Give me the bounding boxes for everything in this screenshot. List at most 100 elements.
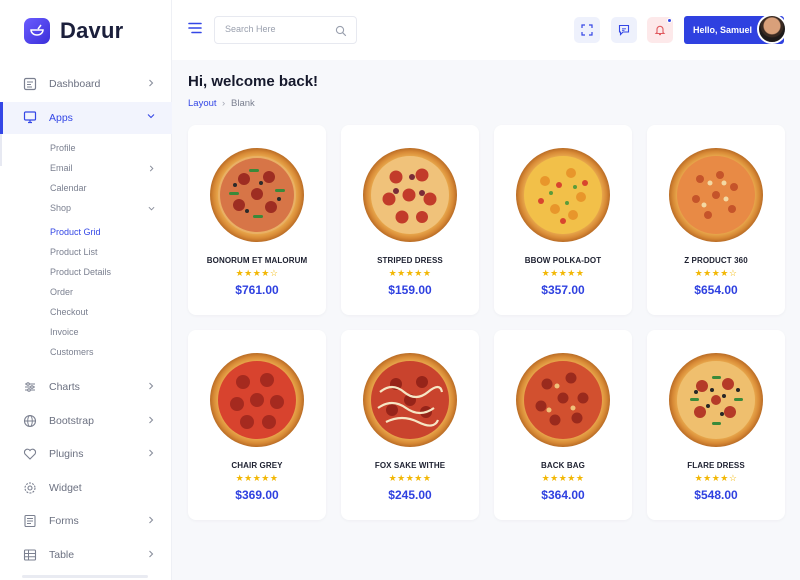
product-name[interactable]: BACK BAG (494, 461, 632, 470)
sidebar-item-table[interactable]: Table (0, 540, 172, 570)
forms-icon (24, 514, 36, 528)
product-price: $654.00 (694, 283, 738, 297)
rating-stars: ★★★★☆ (694, 473, 738, 483)
fullscreen-icon (581, 24, 593, 36)
sidebar-item-label: Plugins (49, 448, 84, 460)
submenu-item-order[interactable]: Order (50, 286, 73, 298)
sidebar-item-label: Widget (49, 482, 82, 494)
submenu-item-email[interactable]: Email (50, 162, 73, 174)
product-price: $761.00 (235, 283, 279, 297)
search-input[interactable] (225, 24, 335, 34)
product-image[interactable] (515, 352, 611, 448)
submenu-item-profile[interactable]: Profile (50, 142, 76, 154)
product-image[interactable] (209, 352, 305, 448)
page-title: Hi, welcome back! (188, 73, 319, 90)
product-name[interactable]: BBOW POLKA-DOT (494, 256, 632, 265)
chevron-down-icon (147, 114, 155, 119)
table-icon (23, 549, 37, 561)
product-card[interactable]: BACK BAG ★★★★★ $364.00 (494, 330, 632, 520)
avatar[interactable] (757, 14, 787, 44)
chevron-right-icon (149, 516, 154, 524)
product-name[interactable]: FLARE DRESS (647, 461, 785, 470)
rating-stars: ★★★★★ (235, 473, 279, 483)
sidebar-item-dashboard[interactable]: Dashboard (0, 69, 172, 99)
sidebar-submenu-line (0, 134, 2, 166)
bell-icon (654, 25, 666, 36)
submenu-item-checkout[interactable]: Checkout (50, 306, 88, 318)
product-card[interactable]: STRIPED DRESS ★★★★★ $159.00 (341, 125, 479, 315)
product-image[interactable] (668, 352, 764, 448)
product-image[interactable] (668, 147, 764, 243)
chevron-down-icon (148, 206, 155, 211)
chevron-right-icon (149, 165, 154, 172)
product-image[interactable] (362, 147, 458, 243)
rating-stars: ★★★★★ (541, 473, 585, 483)
product-price: $245.00 (388, 488, 432, 502)
user-greeting: Hello, Samuel (693, 25, 753, 35)
product-price: $364.00 (541, 488, 585, 502)
sidebar-item-bootstrap[interactable]: Bootstrap (0, 406, 172, 436)
search-icon[interactable] (335, 25, 347, 37)
rating-stars: ★★★★★ (388, 268, 432, 278)
product-image[interactable] (362, 352, 458, 448)
submenu-item-product-list[interactable]: Product List (50, 246, 98, 258)
product-price: $548.00 (694, 488, 738, 502)
chat-icon (618, 24, 630, 36)
brand-name: Davur (60, 18, 124, 43)
product-price: $159.00 (388, 283, 432, 297)
submenu-item-calendar[interactable]: Calendar (50, 182, 87, 194)
product-image[interactable] (209, 147, 305, 243)
sidebar-item-label: Dashboard (49, 78, 101, 90)
sidebar-item-plugins[interactable]: Plugins (0, 439, 172, 469)
submenu-item-product-details[interactable]: Product Details (50, 266, 111, 278)
product-name[interactable]: FOX SAKE WITHE (341, 461, 479, 470)
sidebar: Davur Dashboard Apps Profile Email Calen… (0, 0, 172, 580)
fullscreen-button[interactable] (574, 17, 600, 43)
sidebar-item-forms[interactable]: Forms (0, 506, 172, 536)
product-card[interactable]: Z PRODUCT 360 ★★★★☆ $654.00 (647, 125, 785, 315)
product-name[interactable]: CHAIR GREY (188, 461, 326, 470)
submenu-item-invoice[interactable]: Invoice (50, 326, 79, 338)
breadcrumb-current: Blank (231, 98, 255, 109)
top-header: Hello, Samuel (172, 0, 800, 60)
rating-stars: ★★★★★ (541, 268, 585, 278)
breadcrumb-home-link[interactable]: Layout (188, 98, 217, 109)
sidebar-item-label: Charts (49, 381, 80, 393)
chevron-right-icon (149, 416, 154, 424)
search-box (214, 16, 357, 44)
brand[interactable]: Davur (24, 17, 123, 45)
breadcrumb-separator: › (222, 98, 226, 109)
notification-dot (667, 18, 672, 23)
dashboard-icon (23, 77, 37, 91)
monitor-icon (23, 111, 37, 124)
brand-logo-icon (24, 18, 50, 44)
submenu-item-customers[interactable]: Customers (50, 346, 94, 358)
product-name[interactable]: BONORUM ET MALORUM (188, 256, 326, 265)
product-name[interactable]: Z PRODUCT 360 (647, 256, 785, 265)
sidebar-item-label: Apps (49, 112, 73, 124)
product-card[interactable]: CHAIR GREY ★★★★★ $369.00 (188, 330, 326, 520)
product-name[interactable]: STRIPED DRESS (341, 256, 479, 265)
rating-stars: ★★★★☆ (694, 268, 738, 278)
chevron-right-icon (149, 382, 154, 390)
sidebar-item-label: Bootstrap (49, 415, 94, 427)
sidebar-item-apps[interactable]: Apps (0, 102, 172, 134)
sidebar-scrollbar[interactable] (22, 575, 148, 578)
submenu-item-shop[interactable]: Shop (50, 202, 71, 214)
sidebar-item-charts[interactable]: Charts (0, 372, 172, 402)
product-card[interactable]: BONORUM ET MALORUM ★★★★☆ $761.00 (188, 125, 326, 315)
chevron-right-icon (149, 79, 154, 87)
heart-icon (23, 448, 37, 460)
product-card[interactable]: FOX SAKE WITHE ★★★★★ $245.00 (341, 330, 479, 520)
hamburger-menu-icon[interactable] (188, 22, 202, 34)
sidebar-item-widget[interactable]: Widget (0, 473, 172, 503)
rating-stars: ★★★★★ (388, 473, 432, 483)
product-card[interactable]: FLARE DRESS ★★★★☆ $548.00 (647, 330, 785, 520)
sidebar-item-label: Table (49, 549, 75, 561)
submenu-item-product-grid[interactable]: Product Grid (50, 226, 101, 238)
product-card[interactable]: BBOW POLKA-DOT ★★★★★ $357.00 (494, 125, 632, 315)
messages-button[interactable] (611, 17, 637, 43)
rating-stars: ★★★★☆ (235, 268, 279, 278)
notifications-button[interactable] (647, 17, 673, 43)
product-image[interactable] (515, 147, 611, 243)
